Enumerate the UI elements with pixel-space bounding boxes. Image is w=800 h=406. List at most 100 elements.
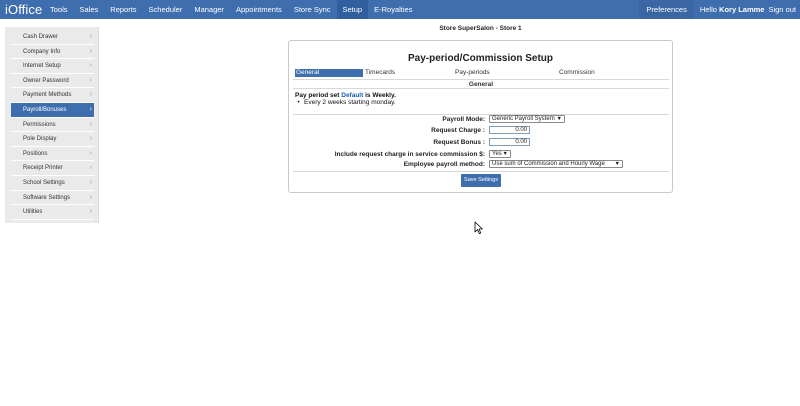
nav-scheduler[interactable]: Scheduler [143,0,189,19]
chevron-right-icon: › [89,178,92,186]
chevron-down-icon: ▼ [614,160,620,167]
employee-payroll-row: Employee payroll method: Use sum of Comm… [289,160,672,170]
request-charge-row: Request Charge : 0.00 [289,126,672,136]
sidebar-item-label: Cash Drawer [23,34,59,40]
nav-e-royalties[interactable]: E-Royalties [368,0,418,19]
include-request-select[interactable]: Yes ▼ [489,150,511,158]
sidebar-item-utilities[interactable]: Utilities › [11,205,94,220]
tab-general[interactable]: General [295,69,363,77]
sidebar-item-payment-methods[interactable]: Payment Methods › [11,88,94,103]
request-bonus-row: Request Bonus : 0.00 [289,138,672,148]
setup-sidebar: Cash Drawer › Company Info › Internet Setu… [5,27,99,223]
sidebar-item-pole-display[interactable]: Pole Display › [11,132,94,147]
chevron-right-icon: › [89,193,92,201]
chevron-right-icon: › [89,105,92,113]
user-menu: Preferences Hello Kory Lamme Sign out [639,0,800,19]
sidebar-item-label: Utilities [23,209,43,216]
nav-reports[interactable]: Reports [104,0,142,19]
chevron-down-icon: ▼ [502,150,508,157]
employee-payroll-label: Employee payroll method: [403,161,485,168]
pay-period-detail-text: Every 2 weeks starting monday. [304,99,396,106]
bullet-icon: • [297,99,300,106]
nav-manager[interactable]: Manager [188,0,230,19]
pay-period-default-link[interactable]: Default [341,92,363,99]
sidebar-item-label: Internet Setup [23,63,61,70]
sign-out-link[interactable]: Sign out [768,0,800,19]
sidebar-item-label: Receipt Printer [23,165,63,172]
sidebar-item-cash-drawer[interactable]: Cash Drawer › [11,30,94,45]
sidebar-item-company-info[interactable]: Company Info › [11,45,94,60]
preferences-link[interactable]: Preferences [639,0,694,19]
sidebar-item-label: Payment Methods [23,92,72,99]
sidebar-item-label: Owner Password [23,77,69,84]
chevron-right-icon: › [89,208,92,216]
sidebar-item-label: Pole Display [23,136,57,143]
greeting-text: Hello [699,5,717,14]
sidebar-item-label: Positions [23,150,48,157]
save-settings-button[interactable]: Save Settings [461,174,501,187]
include-request-label: Include request charge in service commis… [334,151,485,158]
nav-appointments[interactable]: Appointments [230,0,288,19]
tab-commission[interactable]: Commission [559,69,595,77]
sidebar-item-software-settings[interactable]: Software Settings › [11,191,94,206]
greeting: Hello Kory Lamme [694,0,769,19]
settings-panel: Pay-period/Commission Setup General Time… [288,40,673,193]
nav-store-sync[interactable]: Store Sync [288,0,337,19]
payroll-mode-row: Payroll Mode: Generic Payroll System ▼ [289,115,672,125]
request-bonus-label: Request Bonus : [433,139,485,146]
employee-payroll-value: Use sum of Commission and Hourly Wage [492,161,605,167]
page-title: Pay-period/Commission Setup [407,53,554,64]
request-bonus-value: 0.00 [515,139,527,145]
user-name: Kory Lamme [719,5,765,14]
sidebar-item-receipt-printer[interactable]: Receipt Printer › [11,161,94,176]
chevron-right-icon: › [89,76,92,84]
mouse-pointer-icon [474,221,483,234]
payroll-mode-value: Generic Payroll System [492,116,555,122]
request-charge-input[interactable]: 0.00 [489,126,530,134]
nav-sales[interactable]: Sales [74,0,105,19]
include-request-row: Include request charge in service commis… [289,150,672,160]
tab-timecards[interactable]: Timecards [365,69,395,77]
pay-period-detail: • Every 2 weeks starting monday. [297,99,396,106]
chevron-right-icon: › [89,120,92,128]
chevron-down-icon: ▼ [556,115,562,122]
sidebar-item-payroll-bonuses[interactable]: Payroll/Bonuses › [11,102,94,118]
sidebar-item-school-settings[interactable]: School Settings › [11,176,94,191]
request-charge-label: Request Charge : [431,127,485,134]
store-title: Store SuperSalon - Store 1 [439,25,522,32]
chevron-right-icon: › [89,164,92,172]
request-bonus-input[interactable]: 0.00 [489,138,530,146]
pay-period-suffix: is Weekly. [365,92,396,99]
payroll-mode-select[interactable]: Generic Payroll System ▼ [489,115,565,123]
sidebar-item-positions[interactable]: Positions › [11,147,94,162]
request-charge-value: 0.00 [515,127,527,133]
payroll-mode-label: Payroll Mode: [442,116,485,123]
sidebar-item-label: Company Info [23,48,61,55]
sidebar-item-permissions[interactable]: Permissions › [11,118,94,133]
sidebar-item-label: Permissions [23,121,56,128]
pay-period-prefix: Pay period set [295,92,340,99]
main-menu: Tools Sales Reports Scheduler Manager Ap… [44,0,418,19]
settings-tabs: General Timecards Pay-periods Commission [295,69,667,78]
divider [293,171,669,172]
chevron-right-icon: › [89,135,92,143]
include-request-value: Yes [492,151,502,157]
chevron-right-icon: › [89,91,92,99]
sidebar-item-label: Payroll/Bonuses [23,106,67,113]
employee-payroll-select[interactable]: Use sum of Commission and Hourly Wage ▼ [489,160,623,168]
nav-setup[interactable]: Setup [336,0,369,19]
sidebar-item-internet-setup[interactable]: Internet Setup › [11,59,94,74]
top-nav-bar: iOffice Tools Sales Reports Scheduler Ma… [0,0,800,19]
sidebar-item-label: Software Settings [23,194,71,201]
chevron-right-icon: › [89,47,92,55]
app-logo[interactable]: iOffice [0,0,44,19]
tab-pay-periods[interactable]: Pay-periods [455,69,490,77]
chevron-right-icon: › [89,33,92,40]
chevron-right-icon: › [89,149,92,157]
section-header-general: General [293,79,669,89]
sidebar-item-label: School Settings [23,179,65,186]
nav-tools[interactable]: Tools [44,0,74,19]
sidebar-item-owner-password[interactable]: Owner Password › [11,74,94,89]
pay-period-summary: Pay period set Default is Weekly. [295,92,396,99]
chevron-right-icon: › [89,62,92,70]
